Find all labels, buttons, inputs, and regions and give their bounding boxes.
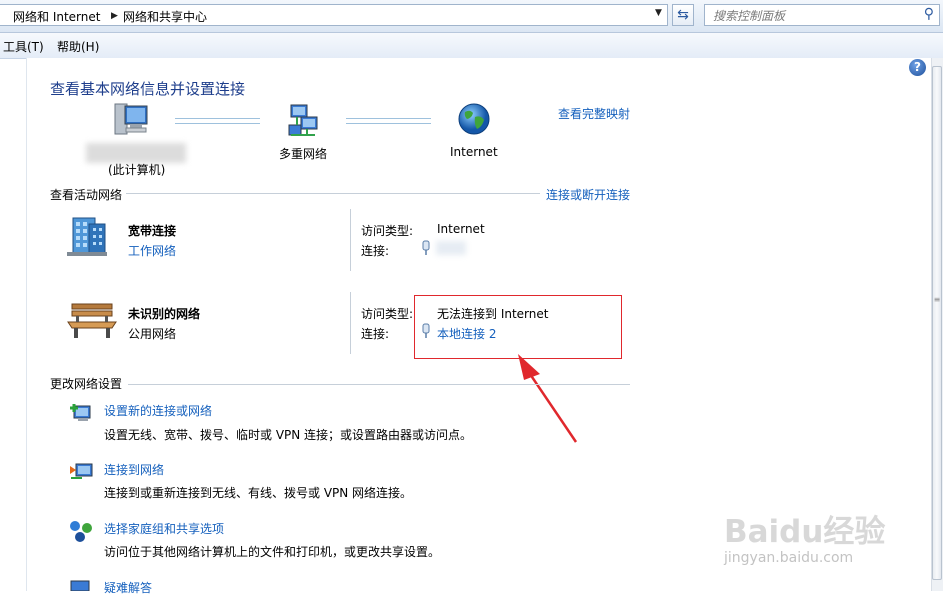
address-dropdown-icon[interactable]: ▼ xyxy=(655,8,662,18)
scrollbar-thumb[interactable] xyxy=(932,66,942,580)
section-divider xyxy=(128,384,630,385)
map-link-line xyxy=(346,118,431,124)
annotation-highlight-box xyxy=(414,295,622,359)
breadcrumb-separator-icon[interactable]: ▶ xyxy=(111,11,118,21)
homegroup-sharing-desc: 访问位于其他网络计算机上的文件和打印机，或更改共享设置。 xyxy=(104,545,441,559)
breadcrumb-network-sharing-center[interactable]: 网络和共享中心 xyxy=(123,8,207,25)
refresh-button[interactable]: ⇆ xyxy=(672,4,694,26)
homegroup-sharing-link[interactable]: 选择家庭组和共享选项 xyxy=(104,520,224,537)
scrollbar-grip-icon: ≡ xyxy=(933,295,941,304)
baidu-watermark-url: jingyan.baidu.com xyxy=(724,550,854,566)
access-type-label: 访问类型: xyxy=(361,224,414,238)
setup-new-connection-link[interactable]: 设置新的连接或网络 xyxy=(104,402,212,419)
internet-label: Internet xyxy=(450,145,498,159)
connect-to-network-icon xyxy=(68,460,94,484)
access-type-label: 访问类型: xyxy=(361,307,414,321)
view-full-map-link[interactable]: 查看完整映射 xyxy=(558,105,630,122)
network-type-public: 公用网络 xyxy=(128,327,177,341)
broadband-network-icon[interactable] xyxy=(65,214,109,258)
annotation-arrow-icon xyxy=(514,352,584,448)
active-networks-heading: 查看活动网络 xyxy=(50,188,123,202)
connection-plug-icon xyxy=(421,240,431,256)
park-bench-public-network-icon[interactable] xyxy=(66,300,118,340)
search-box[interactable]: ⚲ xyxy=(704,4,940,26)
vertical-divider xyxy=(350,209,351,271)
internet-globe-icon[interactable] xyxy=(458,103,490,135)
troubleshoot-link[interactable]: 疑难解答 xyxy=(104,579,152,596)
breadcrumb-network-internet[interactable]: 网络和 Internet xyxy=(13,8,100,25)
multi-network-label: 多重网络 xyxy=(279,147,328,161)
computer-icon[interactable] xyxy=(113,102,149,136)
multi-network-icon[interactable] xyxy=(287,103,321,137)
address-bar[interactable]: 网络和 Internet ▶ 网络和共享中心 xyxy=(0,4,668,26)
troubleshoot-icon xyxy=(68,578,94,591)
network-name-broadband: 宽带连接 xyxy=(128,224,177,238)
vertical-divider xyxy=(350,292,351,354)
access-type-value: Internet xyxy=(437,222,485,236)
menu-help[interactable]: 帮助(H) xyxy=(57,38,99,55)
computer-name-redacted xyxy=(86,143,186,163)
search-icon[interactable]: ⚲ xyxy=(924,6,934,22)
computer-label: (此计算机) xyxy=(108,163,166,177)
menu-tools[interactable]: 工具(T) xyxy=(3,38,44,55)
baidu-watermark-logo: Baidu经验 xyxy=(724,514,886,550)
new-connection-icon xyxy=(68,400,94,424)
change-settings-heading: 更改网络设置 xyxy=(50,377,123,391)
map-link-line xyxy=(175,118,260,124)
network-type-work-link[interactable]: 工作网络 xyxy=(128,242,176,259)
setup-new-connection-desc: 设置无线、宽带、拨号、临时或 VPN 连接；或设置路由器或访问点。 xyxy=(104,428,473,442)
network-name-unidentified: 未识别的网络 xyxy=(128,307,201,321)
search-input[interactable] xyxy=(711,6,915,26)
connect-to-network-desc: 连接到或重新连接到无线、有线、拨号或 VPN 网络连接。 xyxy=(104,486,413,500)
section-divider xyxy=(126,193,540,194)
help-button[interactable]: ? xyxy=(909,59,926,76)
page-title: 查看基本网络信息并设置连接 xyxy=(50,80,246,98)
connect-disconnect-link[interactable]: 连接或断开连接 xyxy=(546,186,630,203)
refresh-icon: ⇆ xyxy=(677,7,689,23)
connect-to-network-link[interactable]: 连接到网络 xyxy=(104,461,164,478)
menu-bar: 工具(T) 帮助(H) xyxy=(0,33,943,59)
connection-name-redacted xyxy=(436,241,466,255)
connection-label: 连接: xyxy=(361,244,390,258)
connection-label: 连接: xyxy=(361,327,390,341)
homegroup-sharing-icon xyxy=(68,519,94,543)
